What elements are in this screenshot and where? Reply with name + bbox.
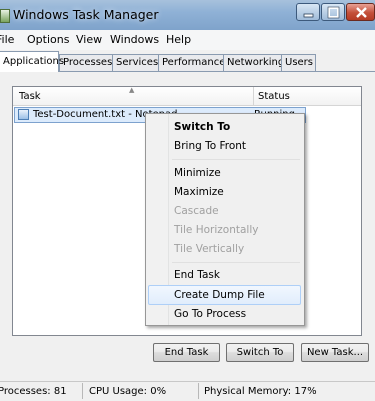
status-divider xyxy=(198,383,199,399)
tab-services[interactable]: Services xyxy=(112,54,159,71)
close-icon xyxy=(356,7,367,18)
menu-help[interactable]: Help xyxy=(166,33,191,46)
new-task-button[interactable]: New Task... xyxy=(301,343,369,362)
menu-separator xyxy=(172,262,300,263)
menu-view[interactable]: View xyxy=(76,33,102,46)
menu-windows[interactable]: Windows xyxy=(110,33,159,46)
menu-item-maximize[interactable]: Maximize xyxy=(174,186,224,198)
switch-to-button[interactable]: Switch To xyxy=(226,343,294,362)
task-manager-icon xyxy=(0,9,10,23)
menu-item-bring-to-front[interactable]: Bring To Front xyxy=(174,140,246,152)
menu-item-tile-horizontally: Tile Horizontally xyxy=(174,224,259,236)
menu-file[interactable]: File xyxy=(0,33,14,46)
maximize-button[interactable] xyxy=(321,3,345,21)
tab-performance[interactable]: Performance xyxy=(158,54,225,71)
menu-item-create-dump-file[interactable]: Create Dump File xyxy=(174,289,265,301)
menu-item-end-task[interactable]: End Task xyxy=(174,269,220,281)
menu-item-tile-vertically: Tile Vertically xyxy=(174,243,245,255)
menu-item-go-to-process[interactable]: Go To Process xyxy=(174,308,246,320)
column-task-label: Task xyxy=(19,91,41,102)
tab-networking[interactable]: Networking xyxy=(223,54,284,71)
column-status-label: Status xyxy=(258,91,290,102)
window-title: Windows Task Manager xyxy=(13,7,159,22)
status-divider xyxy=(82,383,83,399)
tab-processes[interactable]: Processes xyxy=(59,54,113,71)
context-menu: Switch To Bring To Front Minimize Maximi… xyxy=(145,113,305,326)
menu-item-minimize[interactable]: Minimize xyxy=(174,167,221,179)
status-processes: Processes: 81 xyxy=(0,386,67,397)
menu-item-switch-to[interactable]: Switch To xyxy=(174,121,230,133)
status-memory: Physical Memory: 17% xyxy=(204,386,317,397)
maximize-icon xyxy=(327,6,340,19)
status-cpu: CPU Usage: 0% xyxy=(89,386,167,397)
notepad-icon xyxy=(18,109,29,120)
tab-users[interactable]: Users xyxy=(281,54,316,71)
tab-applications[interactable]: Applications xyxy=(0,51,64,72)
minimize-button[interactable] xyxy=(296,3,320,21)
menu-options[interactable]: Options xyxy=(27,33,69,46)
menu-item-cascade: Cascade xyxy=(174,205,219,217)
end-task-button[interactable]: End Task xyxy=(153,343,220,362)
close-button[interactable] xyxy=(346,3,375,21)
minimize-icon xyxy=(303,13,314,18)
sort-ascending-icon: ▲ xyxy=(129,86,135,94)
menu-separator xyxy=(172,159,300,160)
